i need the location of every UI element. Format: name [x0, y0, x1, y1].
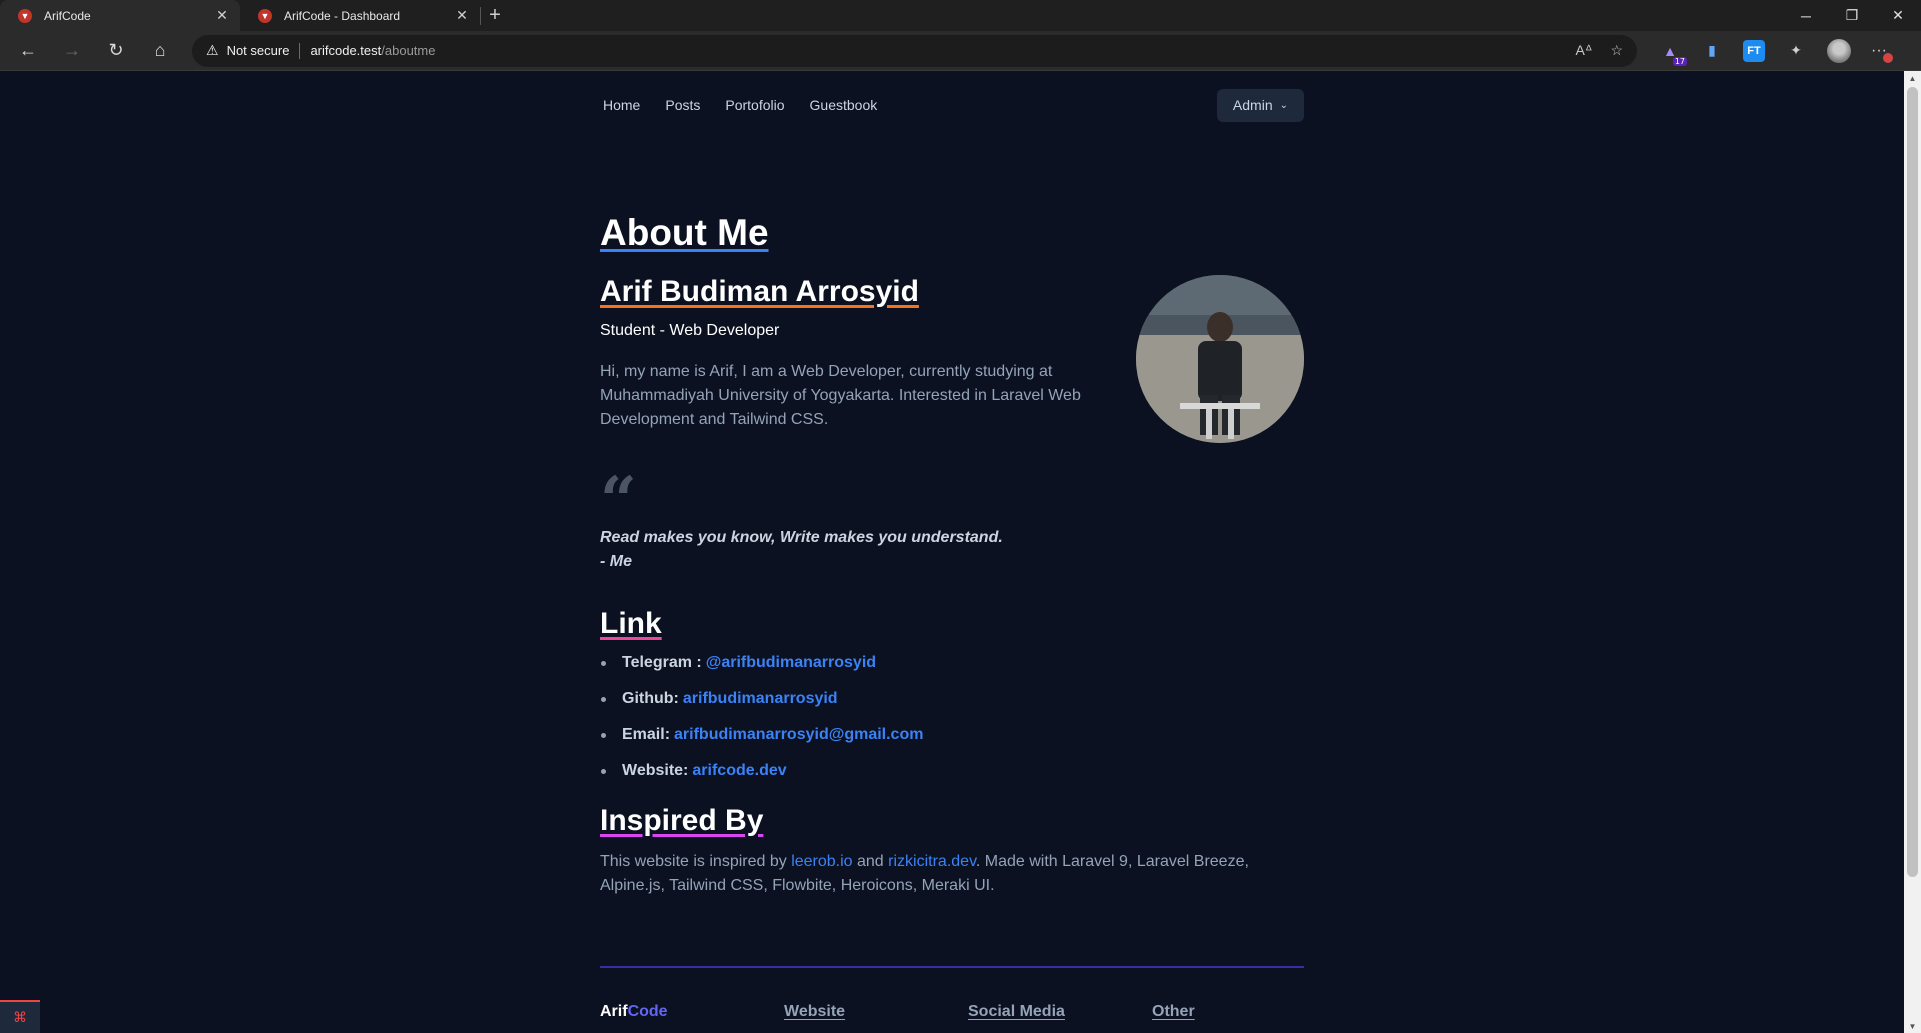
browser-tab-dashboard[interactable]: ▼ ArifCode - Dashboard ✕	[240, 0, 480, 31]
close-tab-icon[interactable]: ✕	[454, 7, 470, 24]
contact-links-list: Telegram : @arifbudimanarrosyid Github: …	[600, 645, 923, 789]
footer-brand[interactable]: ArifCode	[600, 1003, 668, 1021]
collections-icon[interactable]: ▮	[1701, 40, 1723, 62]
website-link[interactable]: arifcode.dev	[692, 762, 786, 780]
link-label: Website:	[622, 762, 689, 779]
tab-title: ArifCode - Dashboard	[284, 8, 401, 23]
home-icon[interactable]: ⌂	[144, 35, 176, 67]
omnibox-divider	[299, 42, 301, 59]
new-tab-button[interactable]: +	[481, 0, 509, 31]
scroll-up-icon[interactable]: ▲	[1904, 71, 1921, 85]
url-path[interactable]: /aboutme	[381, 43, 435, 58]
tab-title: ArifCode	[44, 8, 91, 23]
telegram-link[interactable]: @arifbudimanarrosyid	[706, 654, 876, 672]
quote-text: Read makes you know, Write makes you und…	[600, 529, 1003, 546]
list-item: Telegram : @arifbudimanarrosyid	[600, 645, 923, 681]
security-label[interactable]: Not secure	[227, 43, 290, 58]
rizkicitra-link[interactable]: rizkicitra.dev	[888, 853, 976, 870]
brand-part-1: Arif	[600, 1003, 628, 1020]
nav-link-home[interactable]: Home	[603, 97, 640, 113]
admin-dropdown-button[interactable]: Admin ⌄	[1216, 88, 1304, 122]
address-bar[interactable]: ⚠ Not secure arifcode.test/aboutme Aᐞ ☆	[192, 34, 1637, 67]
leerob-link[interactable]: leerob.io	[791, 853, 852, 870]
quote-author: - Me	[600, 553, 632, 570]
notification-dot	[1882, 52, 1893, 63]
extension-ft-icon[interactable]: FT	[1743, 39, 1765, 62]
footer: ArifCode Website Social Media Other	[600, 1003, 1304, 1027]
quote-icon: “	[600, 463, 637, 538]
nav-link-posts[interactable]: Posts	[665, 97, 700, 113]
extensions-area: ▲ 17 ▮ FT ✦ ···	[1659, 38, 1893, 66]
link-label: Email:	[622, 726, 671, 743]
list-item: Website: arifcode.dev	[600, 753, 923, 789]
close-window-icon[interactable]: ✕	[1875, 0, 1921, 31]
admin-label: Admin	[1232, 97, 1273, 113]
reload-icon[interactable]: ↻	[100, 35, 132, 67]
laravel-icon[interactable]: ⌘	[0, 1000, 40, 1033]
list-item: Github: arifbudimanarrosyid	[600, 681, 923, 717]
forward-arrow-icon[interactable]: →	[56, 35, 88, 67]
footer-col-website[interactable]: Website	[784, 1003, 845, 1021]
nav-link-guestbook[interactable]: Guestbook	[810, 97, 878, 113]
close-tab-icon[interactable]: ✕	[214, 7, 230, 24]
link-heading: Link	[600, 607, 662, 640]
nav-link-portofolio[interactable]: Portofolio	[725, 97, 784, 113]
chevron-down-icon: ⌄	[1279, 99, 1288, 111]
email-link[interactable]: arifbudimanarrosyid@gmail.com	[674, 726, 923, 744]
url-host[interactable]: arifcode.test	[310, 43, 381, 58]
footer-col-social-media[interactable]: Social Media	[968, 1003, 1065, 1021]
link-label: Telegram :	[622, 654, 702, 671]
page-scrollbar[interactable]: ▲ ▼	[1904, 71, 1921, 1033]
about-heading: About Me	[600, 212, 769, 253]
read-aloud-icon[interactable]: Aᐞ	[1575, 42, 1592, 59]
inspired-heading: Inspired By	[600, 804, 764, 837]
more-menu-icon[interactable]: ···	[1871, 42, 1893, 63]
footer-col-other[interactable]: Other	[1152, 1003, 1195, 1021]
profile-photo-figure	[1136, 275, 1304, 443]
browser-toolbar: ← → ↻ ⌂ ⚠ Not secure arifcode.test/about…	[0, 31, 1921, 71]
inspired-paragraph: This website is inspired by leerob.io an…	[600, 850, 1304, 898]
footer-divider	[600, 966, 1304, 968]
profile-name: Arif Budiman Arrosyid	[600, 275, 919, 308]
omnibox-actions: Aᐞ ☆	[1575, 42, 1623, 59]
profile-role: Student - Web Developer	[600, 322, 780, 339]
laravel-favicon-icon: ▼	[18, 8, 32, 23]
extensions-puzzle-icon[interactable]: ✦	[1785, 40, 1807, 62]
profile-bio: Hi, my name is Arif, I am a Web Develope…	[600, 363, 1081, 428]
browser-tab-arifcode[interactable]: ▼ ArifCode ✕	[0, 0, 240, 31]
scrollbar-thumb[interactable]	[1907, 87, 1918, 877]
extension-icon[interactable]: ▲ 17	[1659, 40, 1687, 66]
github-link[interactable]: arifbudimanarrosyid	[683, 690, 838, 708]
browser-tab-strip: ▼ ArifCode ✕ ▼ ArifCode - Dashboard ✕ + …	[0, 0, 1921, 31]
quote-block: Read makes you know, Write makes you und…	[600, 526, 1003, 574]
site-navigation: Home Posts Portofolio Guestbook Admin ⌄	[600, 88, 1304, 122]
brand-part-2: Code	[627, 1003, 668, 1020]
back-arrow-icon[interactable]: ←	[12, 35, 44, 67]
inspired-text-and: and	[852, 853, 889, 870]
minimize-icon[interactable]: ─	[1783, 0, 1829, 31]
link-label: Github:	[622, 690, 679, 707]
favorites-icon[interactable]: ☆	[1610, 42, 1623, 59]
extension-badge: 17	[1672, 56, 1687, 66]
restore-icon[interactable]: ❐	[1829, 0, 1875, 31]
inspired-text-before: This website is inspired by	[600, 853, 792, 870]
laravel-favicon-icon: ▼	[258, 8, 272, 23]
profile-avatar[interactable]	[1827, 38, 1851, 63]
profile-photo	[1136, 275, 1304, 443]
warning-icon[interactable]: ⚠	[206, 42, 219, 59]
window-controls: ─ ❐ ✕	[1783, 0, 1921, 31]
scroll-down-icon[interactable]: ▼	[1904, 1019, 1921, 1033]
list-item: Email: arifbudimanarrosyid@gmail.com	[600, 717, 923, 753]
web-page: Home Posts Portofolio Guestbook Admin ⌄ …	[0, 71, 1904, 1033]
